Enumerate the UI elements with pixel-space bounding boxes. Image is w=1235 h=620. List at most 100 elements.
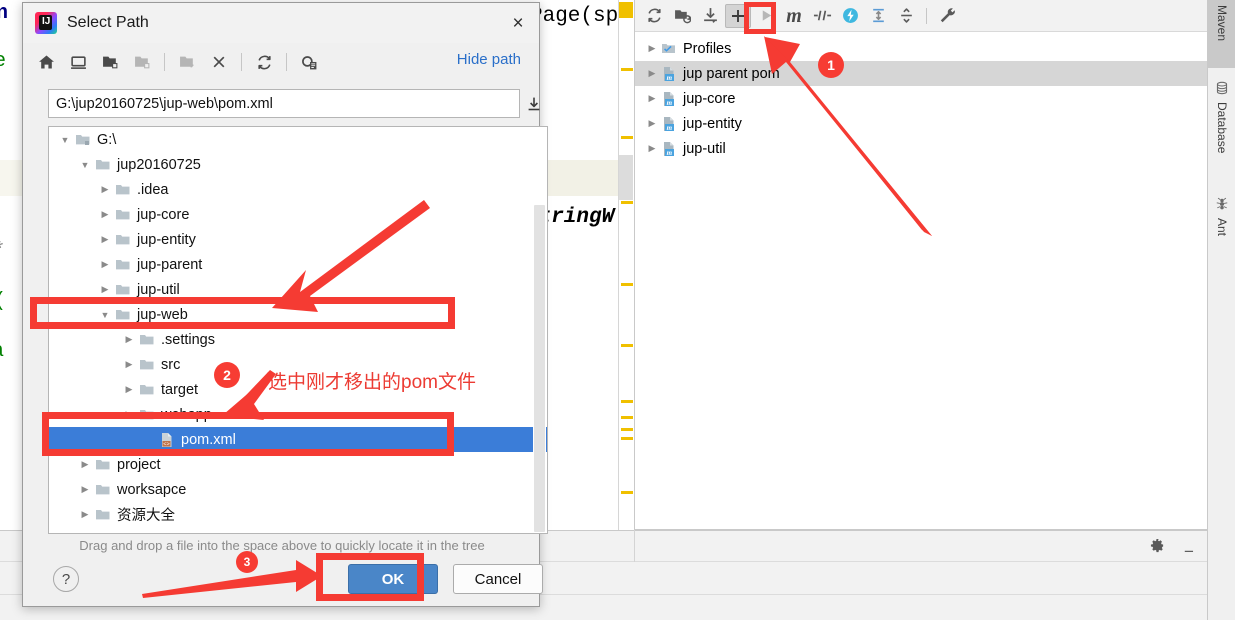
warning-marker[interactable]	[621, 283, 633, 286]
toggle-skip-tests-icon[interactable]	[837, 4, 863, 28]
chevron-right-icon[interactable]: ▶	[95, 184, 115, 195]
chevron-right-icon[interactable]: ▶	[643, 143, 661, 154]
warning-marker[interactable]	[621, 136, 633, 139]
settings-icon[interactable]	[1150, 538, 1165, 558]
chevron-right-icon[interactable]: ▶	[75, 459, 95, 470]
dialog-toolbar: Hide path	[23, 43, 539, 81]
show-hidden-files-icon[interactable]	[294, 48, 324, 76]
chevron-right-icon[interactable]: ▶	[95, 259, 115, 270]
maven-tree-row-profiles[interactable]: ▶ Profiles	[635, 36, 1207, 61]
annotation-badge-1: 1	[818, 52, 844, 78]
warning-marker[interactable]	[621, 437, 633, 440]
chevron-right-icon[interactable]: ▶	[643, 118, 661, 129]
tree-row-ziyuandaquan[interactable]: ▶ 资源大全	[49, 502, 547, 527]
drive-icon	[75, 132, 97, 148]
refresh-icon[interactable]	[249, 48, 279, 76]
rail-label: Database	[1215, 102, 1229, 154]
warning-marker[interactable]	[621, 68, 633, 71]
maven-tree-row-jup-core[interactable]: ▶ m jup-core	[635, 86, 1207, 111]
chevron-right-icon[interactable]: ▶	[75, 509, 95, 520]
annotation-box-jup-web	[30, 297, 455, 329]
chevron-right-icon[interactable]: ▶	[75, 484, 95, 495]
dialog-button-row: ? OK Cancel	[23, 562, 543, 604]
download-sources-icon[interactable]	[697, 4, 723, 28]
chevron-right-icon[interactable]: ▶	[95, 209, 115, 220]
maven-tree-row-jup-parent-pom[interactable]: ▶ m jup parent pom	[635, 61, 1207, 86]
tree-label: src	[161, 356, 181, 373]
dialog-title-bar[interactable]: IJ Select Path ×	[23, 3, 539, 43]
right-tool-rail: Maven Database Ant	[1207, 0, 1235, 620]
tree-row-worksapce[interactable]: ▶ worksapce	[49, 477, 547, 502]
editor-scrollbar-thumb[interactable]	[619, 155, 633, 200]
reload-all-maven-projects-icon[interactable]	[641, 4, 667, 28]
tree-row-idea[interactable]: ▶ .idea	[49, 177, 547, 202]
collapse-all-icon[interactable]	[865, 4, 891, 28]
desktop-icon[interactable]	[63, 48, 93, 76]
warning-marker[interactable]	[621, 344, 633, 347]
annotation-box-pom-xml	[42, 412, 454, 456]
project-folder-icon[interactable]	[95, 48, 125, 76]
execute-maven-goal-icon[interactable]: m	[781, 4, 807, 28]
dialog-title: Select Path	[67, 14, 149, 31]
chevron-right-icon[interactable]: ▶	[95, 284, 115, 295]
svg-text:m: m	[667, 124, 673, 132]
hide-path-link[interactable]: Hide path	[457, 51, 521, 68]
tree-label: .idea	[137, 181, 169, 198]
tree-row-jup-parent[interactable]: ▶ jup-parent	[49, 252, 547, 277]
toggle-offline-mode-icon[interactable]	[809, 4, 835, 28]
warning-marker[interactable]	[621, 201, 633, 204]
chevron-right-icon[interactable]: ▶	[643, 93, 661, 104]
tree-label: jup-entity	[137, 231, 196, 248]
svg-text:m: m	[667, 99, 673, 107]
svg-text:m: m	[667, 74, 673, 82]
minimize-icon[interactable]: −	[1184, 543, 1194, 560]
tree-row-drive[interactable]: ▼ G:\	[49, 127, 547, 152]
chevron-down-icon[interactable]: ▼	[75, 160, 95, 170]
chevron-right-icon[interactable]: ▶	[119, 359, 139, 370]
rail-button-database[interactable]: Database	[1208, 76, 1235, 178]
folder-icon	[95, 507, 117, 523]
editor-code-fragment: n	[0, 2, 9, 25]
warning-marker[interactable]	[621, 491, 633, 494]
maven-project-icon: m	[661, 116, 683, 132]
expand-all-icon[interactable]	[893, 4, 919, 28]
maven-tree-row-jup-util[interactable]: ▶ m jup-util	[635, 136, 1207, 161]
tree-row-jup20160725[interactable]: ▼ jup20160725	[49, 152, 547, 177]
module-folder-icon	[127, 48, 157, 76]
folder-icon	[139, 332, 161, 348]
help-button[interactable]: ?	[53, 566, 79, 592]
warning-marker[interactable]	[621, 400, 633, 403]
profiles-icon	[661, 41, 683, 57]
rail-button-maven[interactable]: Maven	[1208, 0, 1235, 68]
chevron-right-icon[interactable]: ▶	[643, 43, 661, 54]
folder-icon	[95, 157, 117, 173]
tree-row-settings[interactable]: ▶ .settings	[49, 327, 547, 352]
chevron-right-icon[interactable]: ▶	[119, 384, 139, 395]
tree-scrollbar-thumb[interactable]	[534, 205, 545, 532]
close-icon[interactable]: ×	[505, 11, 531, 35]
editor-error-stripe[interactable]	[618, 0, 634, 530]
ant-icon	[1215, 197, 1229, 214]
maven-tree-row-jup-entity[interactable]: ▶ m jup-entity	[635, 111, 1207, 136]
maven-project-tree[interactable]: ▶ Profiles ▶ m jup parent pom ▶ m jup-co…	[635, 32, 1207, 161]
path-input[interactable]	[48, 89, 520, 118]
chevron-down-icon[interactable]: ▼	[55, 135, 75, 145]
delete-icon[interactable]	[204, 48, 234, 76]
annotation-badge-2: 2	[214, 362, 240, 388]
rail-button-ant[interactable]: Ant	[1208, 192, 1235, 250]
tree-row-jup-entity[interactable]: ▶ jup-entity	[49, 227, 547, 252]
generate-sources-icon[interactable]	[669, 4, 695, 28]
chevron-right-icon[interactable]: ▶	[643, 68, 661, 79]
file-tree[interactable]: ▼ G:\ ▼ jup20160725 ▶ .idea ▶ jup-core ▶…	[48, 126, 548, 534]
folder-icon	[95, 482, 117, 498]
maven-settings-icon[interactable]	[934, 4, 960, 28]
home-icon[interactable]	[31, 48, 61, 76]
warning-marker[interactable]	[621, 416, 633, 419]
warning-marker[interactable]	[621, 428, 633, 431]
chevron-right-icon[interactable]: ▶	[95, 234, 115, 245]
tree-row-jup-core[interactable]: ▶ jup-core	[49, 202, 547, 227]
cancel-button[interactable]: Cancel	[453, 564, 543, 594]
editor-code-fragment: Page(sp	[530, 5, 619, 28]
chevron-right-icon[interactable]: ▶	[119, 334, 139, 345]
browse-recent-icon[interactable]	[520, 89, 548, 118]
